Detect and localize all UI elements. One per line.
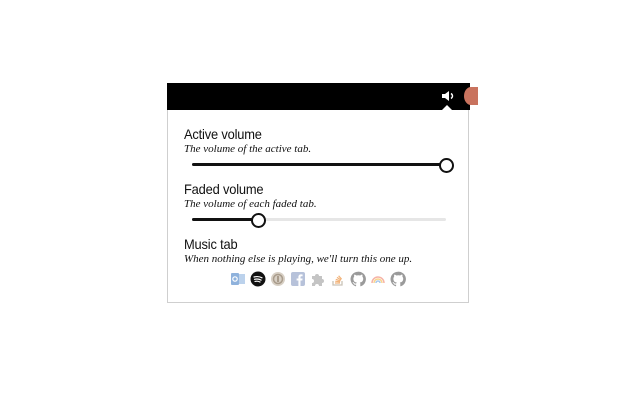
faded-volume-title: Faded volume <box>184 181 264 197</box>
outlook-icon[interactable] <box>230 271 246 287</box>
speaker-icon[interactable] <box>440 88 456 104</box>
volume-popup: Active volume The volume of the active t… <box>167 110 469 303</box>
profile-avatar[interactable] <box>464 87 478 105</box>
slider-thumb[interactable] <box>251 213 267 228</box>
puzzle-icon[interactable] <box>310 271 326 287</box>
stack-overflow-icon[interactable] <box>330 271 346 287</box>
faded-volume-section: Faded volume The volume of each faded ta… <box>184 181 464 210</box>
music-service-list <box>230 271 406 287</box>
spotify-icon[interactable] <box>250 271 266 287</box>
slider-fill <box>192 218 259 221</box>
music-tab-section: Music tab When nothing else is playing, … <box>184 236 464 265</box>
browser-toolbar <box>167 83 470 110</box>
active-volume-title: Active volume <box>184 126 262 142</box>
audio-circle-icon[interactable] <box>270 271 286 287</box>
active-volume-section: Active volume The volume of the active t… <box>184 126 464 155</box>
github-icon[interactable] <box>390 271 406 287</box>
faded-volume-description: The volume of each faded tab. <box>184 198 317 210</box>
music-tab-title: Music tab <box>184 236 238 252</box>
rainbow-icon[interactable] <box>370 271 386 287</box>
active-volume-description: The volume of the active tab. <box>184 143 312 155</box>
github-icon[interactable] <box>350 271 366 287</box>
music-tab-description: When nothing else is playing, we'll turn… <box>184 253 413 265</box>
slider-thumb[interactable] <box>439 158 454 173</box>
slider-fill <box>192 163 446 166</box>
facebook-icon[interactable] <box>290 271 306 287</box>
active-volume-slider[interactable] <box>192 158 454 173</box>
faded-volume-slider[interactable] <box>192 213 446 228</box>
